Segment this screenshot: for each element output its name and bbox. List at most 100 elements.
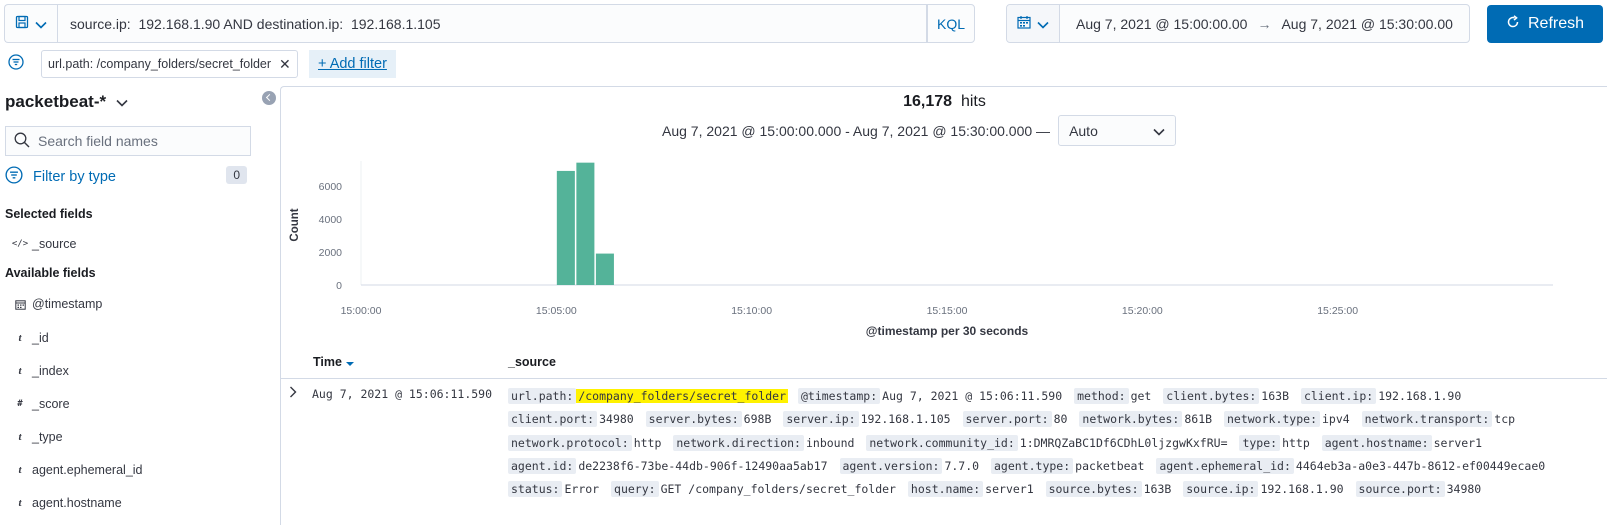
discover-main-panel: 16,178 hits Aug 7, 2021 @ 15:00:00.000 -… [280, 86, 1607, 525]
field-item-id[interactable]: t _id [10, 328, 48, 348]
source-field: query: GET /company_folders/secret_folder [611, 481, 898, 498]
query-bar: source.ip: 192.168.1.90 AND destination.… [0, 0, 1607, 48]
field-name: agent.ephemeral_id [32, 463, 143, 477]
field-item-agent-ephemeral-id[interactable]: t agent.ephemeral_id [10, 460, 143, 480]
source-field-value: Aug 7, 2021 @ 15:06:11.590 [882, 389, 1063, 403]
source-field-value: 34980 [599, 412, 634, 427]
field-item-index[interactable]: t _index [10, 361, 69, 381]
filter-pill[interactable]: url.path: /company_folders/secret_folder… [41, 50, 298, 78]
start-date[interactable]: Aug 7, 2021 @ 15:00:00.00 [1076, 16, 1247, 32]
source-field: agent.version: 7.7.0 [839, 457, 982, 474]
source-field-key: agent.id: [508, 457, 577, 474]
time-column-header[interactable]: Time [313, 355, 354, 369]
source-field: type: http [1239, 434, 1311, 451]
source-field: client.ip: 192.168.1.90 [1300, 388, 1463, 404]
source-field-value: packetbeat [1075, 458, 1145, 473]
field-search-placeholder: Search field names [38, 133, 158, 149]
source-field-key: network.community_id: [866, 434, 1018, 451]
source-field-key: network.type: [1223, 411, 1320, 428]
refresh-button[interactable]: Refresh [1487, 5, 1603, 43]
source-field-key: source.bytes: [1045, 481, 1142, 498]
x-axis-title: @timestamp per 30 seconds [866, 324, 1029, 338]
source-field-value: /company_folders/secret_folder [576, 389, 789, 403]
field-name: _index [32, 364, 69, 378]
source-field-key: host.name: [907, 481, 984, 498]
source-field-key: query: [611, 481, 659, 498]
source-column-header: _source [508, 355, 556, 369]
source-field-key: @timestamp: [797, 388, 881, 404]
saved-queries-button[interactable] [4, 4, 57, 43]
field-item-score[interactable]: # _score [10, 394, 70, 414]
end-date[interactable]: Aug 7, 2021 @ 15:30:00.00 [1281, 16, 1452, 32]
calendar-icon [10, 299, 30, 310]
interval-select[interactable]: Auto [1058, 115, 1177, 146]
source-field-value: 192.168.1.90 [1378, 389, 1462, 403]
sort-down-icon[interactable] [345, 361, 354, 366]
source-field-key: method: [1074, 388, 1129, 404]
collapse-sidebar-icon[interactable] [262, 91, 276, 105]
close-icon[interactable]: ✕ [279, 56, 291, 73]
filter-by-type-button[interactable]: Filter by type 0 [5, 164, 251, 190]
field-name: agent.hostname [32, 496, 122, 510]
source-field: server.bytes: 698B [645, 411, 774, 428]
source-field: agent.ephemeral_id: 4464eb3a-a0e3-447b-86… [1156, 457, 1547, 474]
add-filter-button[interactable]: + Add filter [309, 50, 396, 78]
source-field: source.bytes: 163B [1045, 481, 1174, 498]
chevron-down-icon [1037, 16, 1049, 32]
hits-counter: 16,178 hits [281, 93, 1607, 111]
interval-row: Aug 7, 2021 @ 15:00:00.000 - Aug 7, 2021… [662, 115, 1177, 146]
field-name: _score [32, 397, 70, 411]
field-item-agent-hostname[interactable]: t agent.hostname [10, 493, 122, 513]
field-name: _source [32, 237, 77, 251]
quick-menu-button[interactable] [1007, 5, 1060, 42]
source-field: server.ip: 192.168.1.105 [783, 411, 952, 428]
chevron-down-icon [1153, 123, 1165, 139]
source-field-key: agent.version: [839, 457, 943, 474]
source-field: network.type: ipv4 [1223, 411, 1352, 428]
available-fields-title: Available fields [5, 266, 96, 280]
date-picker[interactable]: Aug 7, 2021 @ 15:00:00.00 → Aug 7, 2021 … [1006, 4, 1470, 43]
field-item-type[interactable]: t _type [10, 427, 62, 447]
source-field-value: ipv4 [1322, 412, 1350, 427]
field-item-source[interactable]: </> _source [10, 234, 77, 254]
source-field: agent.type: packetbeat [991, 457, 1146, 474]
source-field-value: 7.7.0 [944, 458, 980, 473]
search-input[interactable]: source.ip: 192.168.1.90 AND destination.… [57, 4, 927, 43]
calendar-icon [1017, 15, 1031, 32]
source-field: server.port: 80 [962, 411, 1070, 428]
x-tick-label: 15:10:00 [731, 305, 772, 317]
source-field-value: 4464eb3a-a0e3-447b-8612-ef00449ecae0 [1295, 458, 1546, 473]
selected-fields-title: Selected fields [5, 207, 93, 221]
source-field-value: 163B [1143, 482, 1172, 497]
source-field: agent.id: de2238f6-73be-44db-906f-12490aa… [508, 457, 830, 474]
y-tick-label: 0 [336, 280, 342, 292]
source-field-key: network.protocol: [508, 434, 632, 451]
chevron-right-icon[interactable] [289, 385, 297, 401]
y-tick-label: 6000 [319, 181, 343, 193]
source-field-value: de2238f6-73be-44db-906f-12490aa5ab17 [578, 458, 828, 473]
refresh-label: Refresh [1527, 15, 1585, 32]
source-field: host.name: server1 [907, 481, 1036, 498]
source-field-value: 34980 [1446, 482, 1482, 497]
hits-label: hits [960, 93, 986, 110]
histogram-svg: 0 2000 4000 6000 15:00:00 15:05:00 15:10:00 15:… [289, 161, 1553, 338]
histogram-chart: 0 2000 4000 6000 15:00:00 15:05:00 15:10:00 15:… [281, 155, 1607, 345]
index-pattern-selector[interactable]: packetbeat-* [5, 92, 128, 112]
filter-count-badge: 0 [226, 166, 247, 184]
source-field: @timestamp: Aug 7, 2021 @ 15:06:11.590 [797, 388, 1064, 404]
field-search-input[interactable]: Search field names [5, 126, 251, 156]
source-field: network.community_id: 1:DMRQZaBC1Df6CDhL0… [866, 434, 1229, 451]
filter-bar: url.path: /company_folders/secret_folder… [0, 48, 1607, 80]
source-field: method: get [1074, 388, 1153, 404]
x-tick-label: 15:20:00 [1122, 305, 1163, 317]
string-type-icon: t [18, 332, 22, 344]
filter-menu-icon[interactable] [8, 54, 24, 73]
source-field-value: 1:DMRQZaBC1Df6CDhL0ljzgwKxfRU= [1019, 435, 1228, 450]
string-type-icon: t [18, 464, 22, 476]
source-field-key: type: [1239, 434, 1281, 451]
source-field-value: 163B [1261, 389, 1289, 403]
field-item-timestamp[interactable]: @timestamp [10, 294, 102, 314]
kql-language-button[interactable]: KQL [927, 4, 975, 43]
y-axis-title: Count [289, 208, 301, 241]
document-time: Aug 7, 2021 @ 15:06:11.590 [312, 387, 493, 401]
